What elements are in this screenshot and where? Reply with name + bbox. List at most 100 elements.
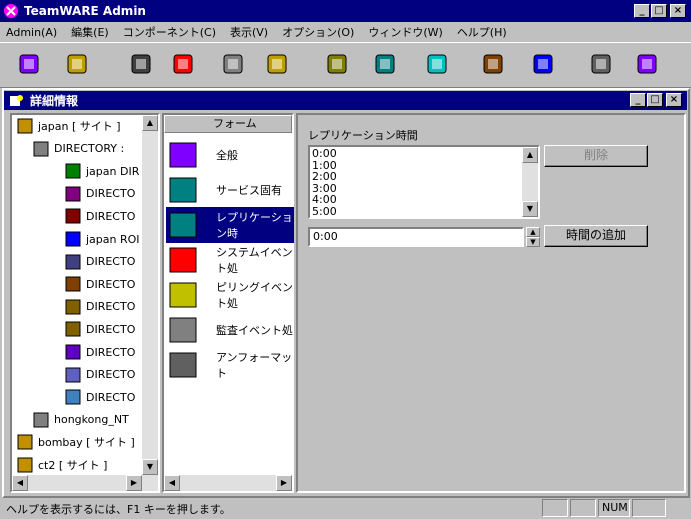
tree-horizontal-scrollbar[interactable]: ◀ ▶ <box>12 475 142 491</box>
tree-node[interactable]: DIRECTO <box>64 388 135 406</box>
time-list-item[interactable]: 0:00 <box>312 148 337 159</box>
scroll-down-arrow-icon[interactable]: ▼ <box>142 459 158 475</box>
time-spinner[interactable]: ▲ ▼ <box>526 227 540 247</box>
menu-bar: Admin(A) 編集(E) コンポーネント(C) 表示(V) オプション(O) ウィンド… <box>0 22 691 42</box>
time-scroll-down-arrow-icon[interactable]: ▼ <box>522 201 538 217</box>
tree-node-label: DIRECTO <box>86 345 136 359</box>
form-list[interactable]: フォーム ◀ ▶ 全般サービス固有 レプリケーション時 システムイベント処 ピリングイ… <box>162 113 294 493</box>
form-item[interactable]: 監査イベント処 <box>166 312 294 348</box>
form-scroll-right-arrow-icon[interactable]: ▶ <box>276 475 292 491</box>
tree-node[interactable]: DIRECTO <box>64 185 135 203</box>
tree-node[interactable]: DIRECTO <box>64 275 135 293</box>
detail-window-title: 詳細情報 <box>30 94 79 108</box>
add-time-button[interactable]: 時間の追加 <box>544 225 648 247</box>
directory-component-icon <box>64 275 82 293</box>
binary-coins-icon[interactable] <box>262 49 292 79</box>
tree-node-label: hongkong_NT <box>54 413 129 427</box>
site-icon <box>16 117 34 135</box>
child-maximize-button[interactable]: □ <box>647 93 663 107</box>
form-item[interactable]: システムイベント処 <box>166 242 294 278</box>
form-item[interactable]: ピリングイベント処 <box>166 277 294 313</box>
scroll-left-arrow-icon[interactable]: ◀ <box>12 475 28 491</box>
tree-node-label: ct2 [ サイト ] <box>38 459 108 472</box>
time-list-item[interactable]: 3:00 <box>312 183 337 194</box>
tree-node[interactable]: japan [ サイト ] <box>16 117 121 135</box>
menu-item-6[interactable]: ヘルプ(H) <box>457 24 507 40</box>
menu-item-2[interactable]: コンポーネント(C) <box>123 24 216 40</box>
time-list-item[interactable]: 4:00 <box>312 194 337 205</box>
tree-node[interactable]: ct2 [ サイト ] <box>16 456 107 474</box>
tree-node[interactable]: DIRECTO <box>64 320 135 338</box>
form-item[interactable]: アンフォーマット <box>166 347 294 383</box>
replication-time-label: レプリケーション時間 <box>308 129 418 142</box>
delete-button[interactable]: 削除 <box>544 145 648 167</box>
tree-node-label: DIRECTO <box>86 255 136 269</box>
server-icon <box>32 411 50 429</box>
child-minimize-button[interactable]: _ <box>630 93 646 107</box>
tree-node[interactable]: DIRECTORY : <box>32 140 124 158</box>
menu-item-5[interactable]: ウィンドウ(W) <box>368 24 442 40</box>
system-event-icon <box>166 244 202 276</box>
tree-node[interactable]: DIRECTO <box>64 343 135 361</box>
replication-time-list[interactable]: ▲ ▼ 0:00 1:00 2:00 3:00 4:00 5:00 <box>308 145 540 219</box>
time-list-item[interactable]: 1:00 <box>312 160 337 171</box>
menu-item-3[interactable]: 表示(V) <box>230 24 268 40</box>
time-list-item[interactable]: 2:00 <box>312 171 337 182</box>
tree-node-label: DIRECTO <box>86 187 136 201</box>
minimize-button[interactable]: _ <box>634 4 650 18</box>
printer-icon[interactable] <box>586 49 616 79</box>
scroll-up-arrow-icon[interactable]: ▲ <box>142 115 158 131</box>
time-scroll-up-arrow-icon[interactable]: ▲ <box>522 147 538 163</box>
directory-component-icon <box>64 230 82 248</box>
gears-icon[interactable] <box>322 49 352 79</box>
tree-node[interactable]: bombay [ サイト ] <box>16 433 135 451</box>
detail-window-title-bar: 詳細情報 _ □ × <box>4 91 687 110</box>
form-item[interactable]: レプリケーション時 <box>166 207 294 243</box>
form-list-header[interactable]: フォーム <box>164 115 292 133</box>
detail-icon <box>10 95 23 106</box>
time-list-item[interactable]: 5:00 <box>312 206 337 217</box>
tree-node-label: japan DIR <box>86 164 140 178</box>
tree-node[interactable]: hongkong_NT <box>32 411 129 429</box>
form-item[interactable]: サービス固有 <box>166 172 294 208</box>
directory-component-icon <box>64 162 82 180</box>
form-item-label: 全般 <box>216 149 238 162</box>
network-icon[interactable] <box>14 49 44 79</box>
puzzle-icon[interactable] <box>632 49 662 79</box>
close-button[interactable]: × <box>670 4 686 18</box>
cylinder-icon[interactable] <box>422 49 452 79</box>
tree-node[interactable]: DIRECTO <box>64 253 135 271</box>
org-icon[interactable] <box>528 49 558 79</box>
tree-node[interactable]: japan ROI <box>64 230 140 248</box>
menu-item-4[interactable]: オプション(O) <box>282 24 354 40</box>
maximize-button[interactable]: □ <box>651 4 667 18</box>
spin-up-icon[interactable]: ▲ <box>526 227 540 237</box>
time-list-scrollbar[interactable]: ▲ ▼ <box>522 147 538 217</box>
tree-vertical-scrollbar[interactable]: ▲ ▼ <box>142 115 158 491</box>
form-item[interactable]: 全般 <box>166 137 294 173</box>
tree-node[interactable]: DIRECTO <box>64 366 135 384</box>
tree-node[interactable]: DIRECTO <box>64 298 135 316</box>
users-icon[interactable] <box>62 49 92 79</box>
directory-component-icon <box>64 185 82 203</box>
form-horizontal-scrollbar[interactable]: ◀ ▶ <box>164 475 292 491</box>
form-scroll-left-arrow-icon[interactable]: ◀ <box>164 475 180 491</box>
child-close-button[interactable]: × <box>666 93 682 107</box>
spin-down-icon[interactable]: ▼ <box>526 237 540 247</box>
directory-component-icon <box>64 253 82 271</box>
general-icon <box>166 139 202 171</box>
site-tree[interactable]: ▲ ▼ ◀ ▶ japan [ サイト ] DIRECTORY : japan DI… <box>10 113 160 493</box>
person-icon[interactable] <box>478 49 508 79</box>
tape-icon[interactable] <box>218 49 248 79</box>
time-input[interactable]: 0:00 <box>308 227 524 247</box>
tree-node[interactable]: DIRECTO <box>64 207 135 225</box>
scroll-right-arrow-icon[interactable]: ▶ <box>126 475 142 491</box>
menu-item-0[interactable]: Admin(A) <box>6 26 57 39</box>
chart-icon[interactable] <box>370 49 400 79</box>
stop-alert-icon[interactable] <box>168 49 198 79</box>
tree-node[interactable]: japan DIR <box>64 162 139 180</box>
menu-item-1[interactable]: 編集(E) <box>71 24 109 40</box>
connector-icon[interactable] <box>126 49 156 79</box>
directory-component-icon <box>64 388 82 406</box>
app-title: TeamWARE Admin <box>24 4 146 18</box>
